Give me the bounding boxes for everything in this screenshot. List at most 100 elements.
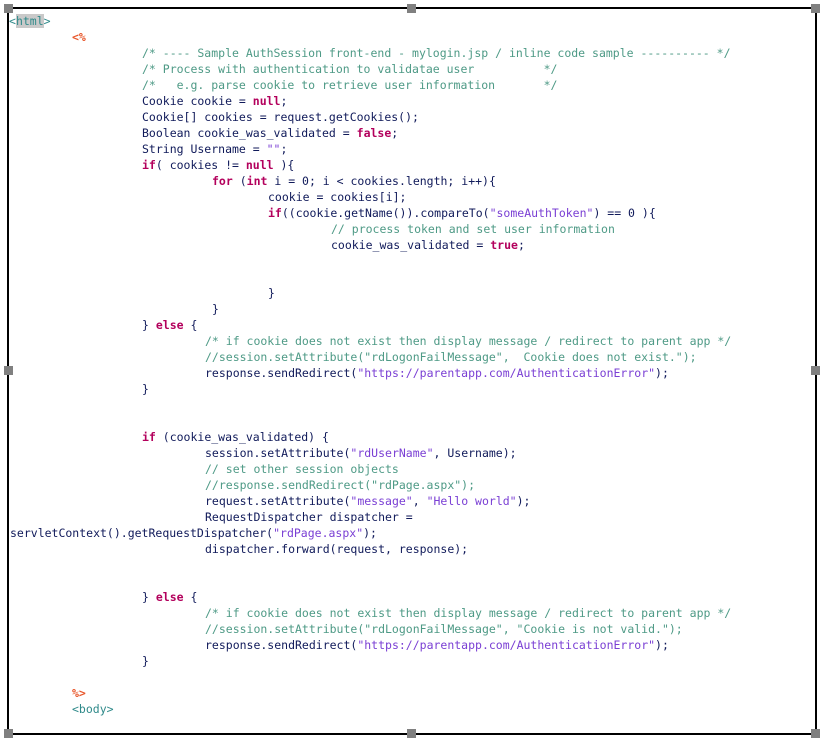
code-line: cookie_was_validated = true; [9, 237, 815, 253]
code-line: //session.setAttribute("rdLogonFailMessa… [9, 349, 815, 365]
code-token: ); [655, 366, 669, 380]
code-token: "someAuthToken" [489, 206, 594, 220]
code-line: } else { [9, 589, 815, 605]
code-token: if [268, 206, 282, 220]
handle-top-left[interactable] [4, 4, 13, 13]
code-token: false [356, 126, 392, 140]
code-line: Boolean cookie_was_validated = false; [9, 125, 815, 141]
code-token: } [268, 286, 275, 300]
code-token: if [142, 158, 156, 172]
code-token: Cookie cookie = [142, 94, 253, 108]
code-line: //session.setAttribute("rdLogonFailMessa… [9, 621, 815, 637]
code-token: "https://parentapp.com/AuthenticationErr… [357, 366, 656, 380]
code-line: if (cookie_was_validated) { [9, 429, 815, 445]
code-token: "message" [350, 494, 413, 508]
code-token: else [155, 318, 184, 332]
code-token: servletContext().getRequestDispatcher( [10, 526, 274, 540]
code-token: ); [655, 638, 669, 652]
code-token: "rdPage.aspx" [273, 526, 364, 540]
code-token: request.setAttribute( [205, 494, 351, 508]
code-token: } [142, 590, 156, 604]
code-token: ; [517, 238, 525, 252]
code-line: // set other session objects [9, 461, 815, 477]
handle-middle-right[interactable] [811, 366, 820, 375]
code-line: for (int i = 0; i < cookies.length; i++)… [9, 173, 815, 189]
code-token: < [9, 14, 16, 28]
selected-object-frame[interactable]: <html> <%/* ---- Sample AuthSession front… [4, 4, 820, 738]
code-token: /* ---- Sample AuthSession front-end - m… [142, 46, 731, 60]
code-token: int [246, 174, 268, 188]
code-token: } [212, 302, 219, 316]
code-token: <% [72, 30, 86, 44]
handle-bottom-right[interactable] [811, 729, 820, 738]
code-line: Cookie[] cookies = request.getCookies(); [9, 109, 815, 125]
code-token: null [252, 94, 281, 108]
code-line: /* Process with authentication to valida… [9, 61, 815, 77]
code-line: <body> [9, 701, 815, 717]
code-token: , Username); [433, 446, 517, 460]
code-token: i = 0; i < cookies.length; i++){ [267, 174, 496, 188]
code-token: response.sendRedirect( [205, 638, 358, 652]
code-line: } [9, 653, 815, 669]
code-token: /* e.g. parse cookie to retrieve user in… [142, 78, 558, 92]
code-token: /* if cookie does not exist then display… [205, 334, 732, 348]
code-token: dispatcher.forward(request, response); [205, 542, 469, 556]
code-token: //response.sendRedirect("rdPage.aspx"); [205, 478, 476, 492]
code-token: ) == 0 ){ [593, 206, 656, 220]
code-line: if( cookies != null ){ [9, 157, 815, 173]
code-token: cookie_was_validated = [331, 238, 491, 252]
code-line: servletContext().getRequestDispatcher("r… [9, 525, 815, 541]
code-line: cookie = cookies[i]; [9, 189, 815, 205]
code-line: RequestDispatcher dispatcher = [9, 509, 815, 525]
code-line: response.sendRedirect("https://parentapp… [9, 365, 815, 381]
code-line: } [9, 381, 815, 397]
code-token: //session.setAttribute("rdLogonFailMessa… [205, 350, 697, 364]
code-line: if((cookie.getName()).compareTo("someAut… [9, 205, 815, 221]
code-token: ){ [273, 158, 295, 172]
code-line: /* ---- Sample AuthSession front-end - m… [9, 45, 815, 61]
code-token: //session.setAttribute("rdLogonFailMessa… [205, 622, 683, 636]
code-token: { [183, 318, 198, 332]
code-token: for [212, 174, 233, 188]
code-line: } [9, 301, 815, 317]
code-token: else [155, 590, 184, 604]
code-token: cookie = cookies[i]; [268, 190, 407, 204]
handle-bottom-left[interactable] [4, 729, 13, 738]
handle-top-right[interactable] [811, 4, 820, 13]
code-line: /* if cookie does not exist then display… [9, 605, 815, 621]
code-line: dispatcher.forward(request, response); [9, 541, 815, 557]
code-token: { [183, 590, 198, 604]
handle-bottom-center[interactable] [407, 729, 416, 738]
code-token: ); [363, 526, 377, 540]
code-token: , [412, 494, 427, 508]
code-token: ; [280, 142, 288, 156]
code-token: <body> [72, 702, 114, 716]
code-token: // process token and set user informatio… [331, 222, 615, 236]
code-listing[interactable]: <html> <%/* ---- Sample AuthSession front… [9, 9, 815, 733]
code-line: String Username = ""; [9, 141, 815, 157]
code-token: session.setAttribute( [205, 446, 351, 460]
code-token: ; [280, 94, 288, 108]
code-token: /* Process with authentication to valida… [142, 62, 558, 76]
code-line: // process token and set user informatio… [9, 221, 815, 237]
code-token: ( cookies != [155, 158, 246, 172]
handle-top-center[interactable] [407, 4, 416, 13]
code-token: String Username = [142, 142, 267, 156]
code-token: (cookie_was_validated) { [155, 430, 329, 444]
code-token: // set other session objects [205, 462, 399, 476]
code-token: null [245, 158, 274, 172]
code-token: RequestDispatcher dispatcher = [205, 510, 413, 524]
code-line: response.sendRedirect("https://parentapp… [9, 637, 815, 653]
code-token: } [142, 654, 149, 668]
code-token: ); [516, 494, 531, 508]
handle-middle-left[interactable] [4, 366, 13, 375]
code-line: Cookie cookie = null; [9, 93, 815, 109]
code-token: "rdUserName" [350, 446, 434, 460]
code-line: %> [9, 685, 815, 701]
code-token: html [15, 14, 44, 28]
